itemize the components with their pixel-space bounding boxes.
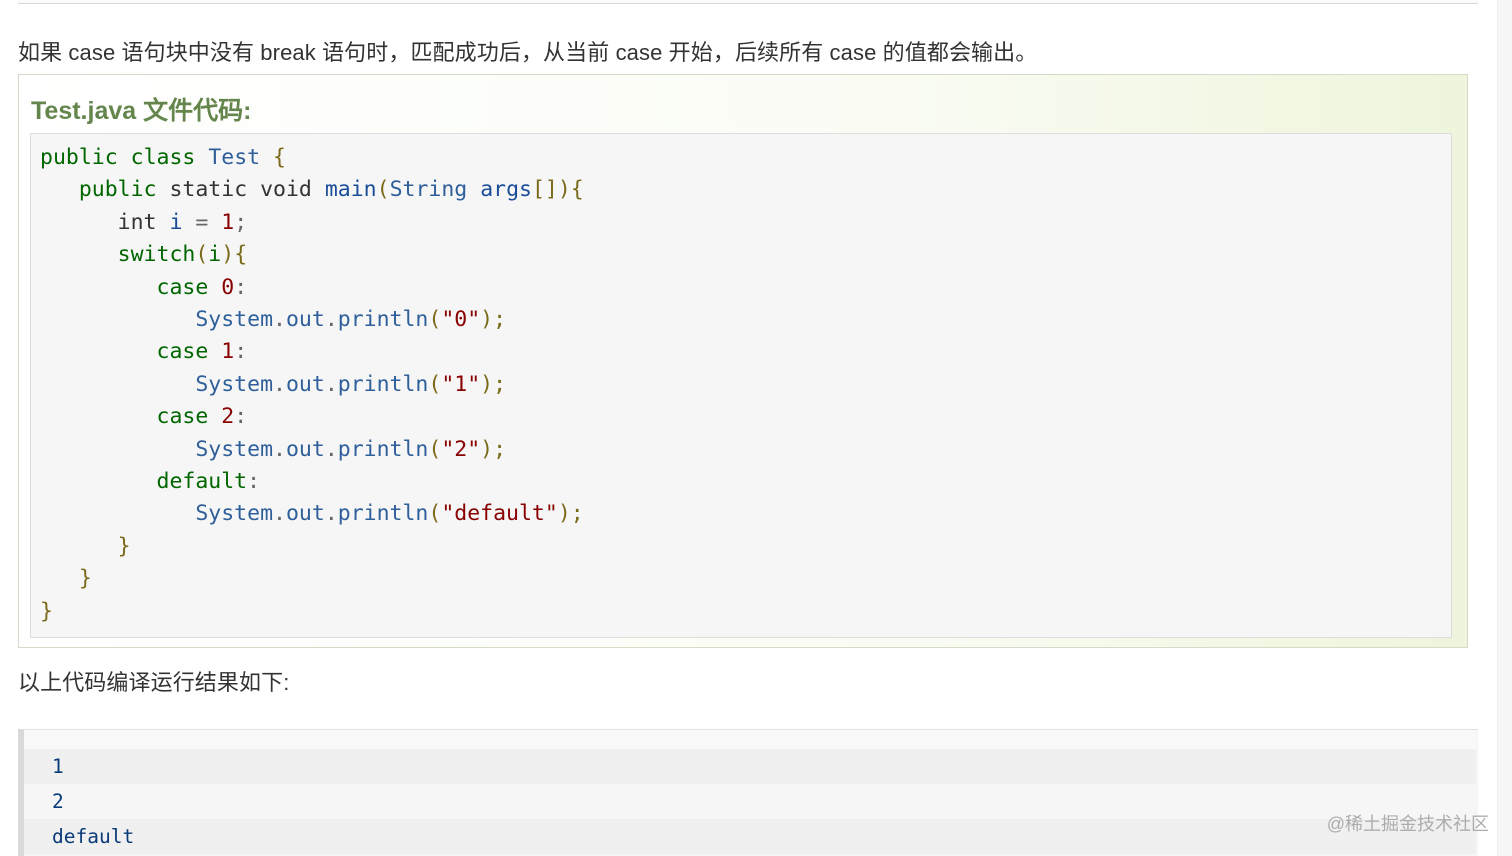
code-token: println [337,307,429,333]
code-token: 1 [221,209,235,235]
code-token: System [195,501,274,527]
code-token: ; [234,209,248,235]
code-token: String [389,177,468,203]
code-token: System [195,371,274,397]
code-token: out [285,501,325,527]
code-token: "default" [441,501,558,527]
page-scrollbar[interactable] [1497,0,1512,856]
code-token: : [234,339,248,365]
code-token: ); [480,436,507,462]
intro-paragraph: 如果 case 语句块中没有 break 语句时，匹配成功后，从当前 case … [18,40,1038,65]
code-token: default [156,469,248,495]
code-example-panel: Test.java 文件代码: public class Test { publ… [18,74,1468,648]
code-token: ); [480,371,507,397]
code-token: } [117,533,131,559]
output-line: 1 [24,749,1476,784]
code-token: System [195,436,274,462]
code-token: "2" [441,436,481,462]
previous-block-edge [18,0,1478,4]
code-token: ( [428,307,442,333]
code-token: . [324,436,338,462]
code-token: : [247,469,261,495]
code-token: 0 [221,274,235,300]
code-token: ){ [221,242,248,268]
code-token: out [285,371,325,397]
output-line: 2 [52,790,64,813]
code-token: public [40,145,118,170]
result-intro-paragraph: 以上代码编译运行结果如下: [18,670,290,695]
code-token: 2 [221,404,235,430]
code-token: println [337,371,429,397]
code-block[interactable]: public class Test { public static void m… [30,133,1452,638]
code-token: . [273,371,286,397]
code-token: i [208,242,222,268]
code-token: ); [480,307,507,333]
code-token: i [169,209,183,235]
code-token: case [156,274,209,300]
code-token: . [324,501,338,527]
example-title: Test.java 文件代码: [31,97,252,125]
code-token: . [273,436,286,462]
code-listing: public class Test { public static void m… [40,142,584,628]
code-token: = [195,209,209,235]
code-token: ( [428,371,442,397]
code-token: Test [208,145,261,170]
output-line: default [24,819,1476,854]
code-token: ( [428,436,442,462]
code-token: . [324,307,338,333]
site-watermark: @稀土掘金技术社区 [1326,814,1489,834]
output-top-padding [24,730,1476,749]
code-token: switch [117,242,196,268]
code-token: ( [376,177,390,203]
code-token: case [156,404,209,430]
code-token: int [117,209,157,235]
code-token: . [273,307,286,333]
code-token: ); [557,501,584,527]
code-token: void [260,177,312,203]
code-token: class [130,145,196,170]
output-block[interactable]: 1 2 default [18,729,1478,856]
code-token: : [234,404,248,430]
code-token: . [273,501,286,527]
code-token: } [40,598,53,624]
code-token: args [480,177,532,203]
article-page: 如果 case 语句块中没有 break 语句时，匹配成功后，从当前 case … [0,0,1512,856]
code-token: main [324,177,377,203]
code-token: ( [428,501,442,527]
code-token: 1 [221,339,235,365]
code-token: . [324,371,338,397]
code-token: System [195,307,274,333]
code-token: static [169,177,248,203]
code-token: } [78,566,92,592]
code-token: "0" [441,307,481,333]
code-token: []){ [531,177,584,203]
code-token: println [337,501,429,527]
code-token: case [156,339,209,365]
code-token: "1" [441,371,481,397]
code-token: ( [195,242,209,268]
code-token: println [337,436,429,462]
code-token: out [285,436,325,462]
code-token: : [234,274,248,300]
code-token: { [273,145,286,170]
code-token: public [78,177,157,203]
code-token: out [285,307,325,333]
